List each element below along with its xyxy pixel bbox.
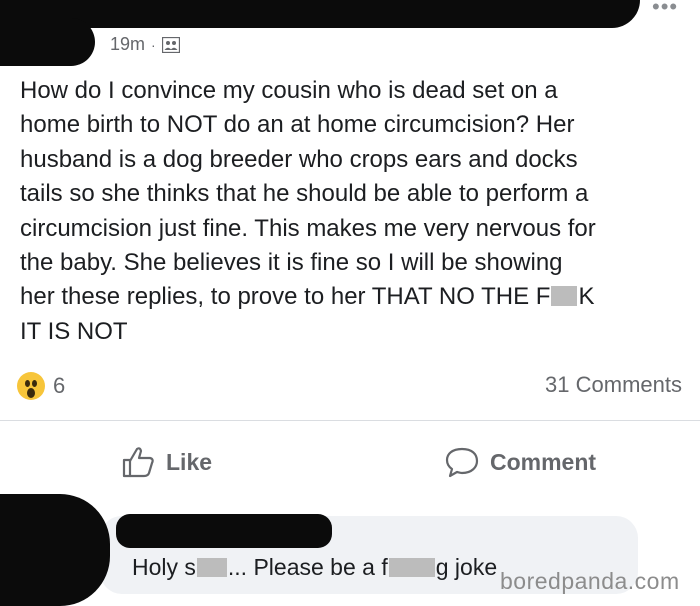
- post-meta: 19m ·: [110, 34, 180, 55]
- censor-block: [551, 286, 578, 307]
- comment-label: Comment: [490, 448, 597, 475]
- redacted-name-top: [0, 0, 640, 28]
- comment-icon: [445, 447, 479, 478]
- comment-text-part: g joke: [435, 554, 498, 580]
- post-body: How do I convince my cousin who is dead …: [20, 74, 690, 349]
- like-label: Like: [166, 448, 213, 475]
- reactions-summary[interactable]: 6: [17, 372, 65, 400]
- post-line: the baby. She believes it is fine so I w…: [20, 249, 563, 277]
- meta-separator: ·: [151, 36, 156, 53]
- post-line: IT IS NOT: [20, 317, 128, 345]
- post-line: circumcision just fine. This makes me ve…: [20, 214, 596, 242]
- reaction-count: 6: [53, 373, 66, 398]
- comment-button[interactable]: Comment: [444, 446, 596, 478]
- comment-text-part: Holy s: [132, 554, 196, 580]
- post-line: K: [578, 283, 595, 311]
- watermark: boredpanda.com: [500, 568, 680, 594]
- friends-icon[interactable]: [161, 36, 180, 53]
- redacted-commenter-name: [116, 514, 332, 548]
- post-line: home birth to NOT do an at home circumci…: [20, 111, 575, 139]
- comment-text: Holy s ... Please be a f g joke: [132, 554, 497, 581]
- post-line: husband is a dog breeder who crops ears …: [20, 145, 578, 173]
- comments-count[interactable]: 31 Comments: [545, 372, 682, 398]
- wow-reaction-icon: [17, 372, 45, 400]
- like-button[interactable]: Like: [122, 446, 212, 478]
- post-line: How do I convince my cousin who is dead …: [20, 77, 558, 104]
- comment-text-part: ... Please be a f: [227, 554, 388, 580]
- censor-block: [196, 558, 227, 577]
- censor-block: [388, 558, 435, 577]
- thumbs-up-icon: [122, 447, 154, 478]
- more-options-icon[interactable]: •••: [652, 0, 678, 18]
- redacted-avatar-top: [0, 18, 95, 66]
- divider: [0, 420, 700, 421]
- post-line: her these replies, to prove to her THAT …: [20, 283, 551, 311]
- post-line: tails so she thinks that he should be ab…: [20, 180, 589, 208]
- post-time[interactable]: 19m: [110, 34, 145, 55]
- redacted-commenter-avatar: [0, 494, 110, 606]
